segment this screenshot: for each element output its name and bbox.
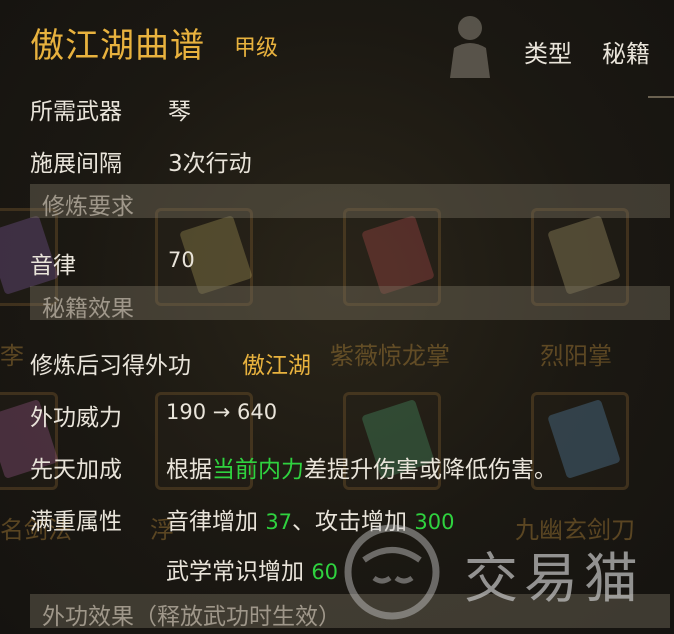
background-item-label: 紫薇惊龙掌 [330,342,450,370]
learn-skill-label: 修炼后习得外功 [30,353,191,379]
character-avatar-icon [450,16,490,78]
watermark-text: 交易猫 [464,547,644,610]
full-attribute-label: 满重属性 [30,509,122,535]
item-grade: 甲级 [234,36,279,61]
separator: 、 [292,509,316,535]
cast-interval-value: 3次行动 [168,151,252,177]
learn-skill-value: 傲江湖 [242,353,311,379]
item-type-value: 秘籍 [602,40,650,68]
skill-power-label: 外功威力 [30,405,122,431]
cast-interval-label: 施展间隔 [30,151,122,177]
requirements-section-header: 修炼要求 [30,184,670,220]
effects-section-header: 秘籍效果 [30,286,670,322]
section-title: 外功效果（释放武功时生效） [42,604,341,630]
full-attribute-line-2: 武学常识增加 60 [166,552,338,586]
innate-suffix: 差提升伤害或降低伤害。 [304,457,557,483]
background-item-label: 李 [0,342,24,370]
attr-music-label: 音律增加 [166,509,258,535]
background-item-label: 烈阳掌 [540,342,612,370]
item-type-label: 类型 [524,40,572,68]
attr-music-value: 37 [265,510,293,534]
item-title: 傲江湖曲谱 [30,26,205,66]
requirement-label: 音律 [30,253,76,279]
innate-bonus-label: 先天加成 [30,457,122,483]
section-title: 秘籍效果 [42,296,134,322]
skill-power-value: 190 → 640 [166,400,278,424]
attr-martial-label: 武学常识增加 [166,559,304,585]
section-title: 修炼要求 [42,194,134,220]
required-weapon-label: 所需武器 [30,99,122,125]
innate-highlight: 当前内力 [212,457,304,483]
innate-bonus-value: 根据当前内力差提升伤害或降低伤害。 [166,450,557,484]
innate-prefix: 根据 [166,457,212,483]
requirement-value: 70 [168,248,195,272]
required-weapon-value: 琴 [168,99,191,125]
divider [648,96,674,98]
item-tooltip: 李 紫薇惊龙掌 烈阳掌 名剑法 浮 九幽玄剑刀 傲江湖曲谱 甲级 类型 秘籍 所… [0,0,674,634]
